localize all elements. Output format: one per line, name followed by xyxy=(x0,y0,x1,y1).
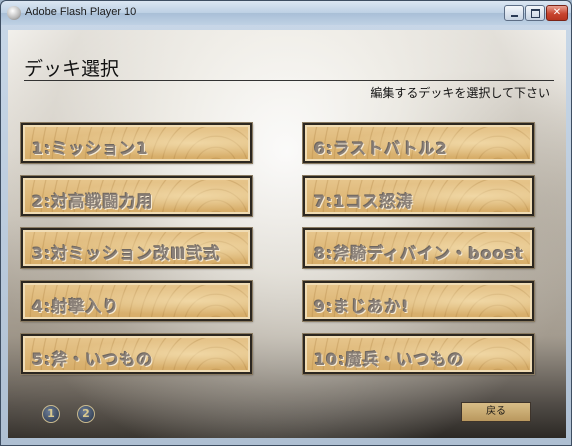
deck-button-3[interactable]: 3:対ミッション改Ⅲ弐式 xyxy=(20,227,253,269)
close-icon: ✕ xyxy=(552,7,562,18)
deck-label: 3:対ミッション改Ⅲ弐式 xyxy=(32,244,221,263)
deck-label: 7:1コス怒涛 xyxy=(314,192,414,211)
minimize-button[interactable] xyxy=(504,5,524,21)
maximize-button[interactable] xyxy=(525,5,545,21)
instruction-text: 編集するデッキを選択して下さい xyxy=(370,86,550,100)
deck-button-4[interactable]: 4:射撃入り xyxy=(20,280,253,322)
back-button[interactable]: 戻る xyxy=(461,402,531,422)
deck-label: 1:ミッション1 xyxy=(32,139,149,158)
title-bar[interactable]: Adobe Flash Player 10 ✕ xyxy=(1,1,571,25)
deck-button-9[interactable]: 9:まじあか! xyxy=(302,280,535,322)
page-2-button[interactable]: 2 xyxy=(77,405,95,423)
deck-label: 8:斧騎ディバイン・boost xyxy=(314,244,525,263)
deck-button-7[interactable]: 7:1コス怒涛 xyxy=(302,175,535,217)
deck-select-screen: デッキ選択 編集するデッキを選択して下さい 1:ミッション1 2:対高戦闘力用 … xyxy=(8,30,566,438)
page-title: デッキ選択 xyxy=(24,58,120,80)
flash-player-icon xyxy=(7,6,21,20)
deck-button-10[interactable]: 10:魔兵・いつもの xyxy=(302,333,535,375)
deck-label: 4:射撃入り xyxy=(32,297,120,316)
deck-button-5[interactable]: 5:斧・いつもの xyxy=(20,333,253,375)
page-1-button[interactable]: 1 xyxy=(42,405,60,423)
maximize-icon xyxy=(531,9,540,18)
deck-button-2[interactable]: 2:対高戦闘力用 xyxy=(20,175,253,217)
window-title: Adobe Flash Player 10 xyxy=(25,6,137,18)
app-window: Adobe Flash Player 10 ✕ デッキ選択 編集するデッキを選択… xyxy=(0,0,572,446)
deck-label: 5:斧・いつもの xyxy=(32,350,154,369)
deck-label: 10:魔兵・いつもの xyxy=(314,350,465,369)
deck-label: 6:ラストバトル2 xyxy=(314,139,448,158)
deck-button-8[interactable]: 8:斧騎ディバイン・boost xyxy=(302,227,535,269)
title-divider xyxy=(24,80,554,81)
deck-label: 2:対高戦闘力用 xyxy=(32,192,154,211)
close-button[interactable]: ✕ xyxy=(546,5,568,21)
minimize-icon xyxy=(511,15,518,17)
deck-button-1[interactable]: 1:ミッション1 xyxy=(20,122,253,164)
deck-label: 9:まじあか! xyxy=(314,297,410,316)
deck-button-6[interactable]: 6:ラストバトル2 xyxy=(302,122,535,164)
